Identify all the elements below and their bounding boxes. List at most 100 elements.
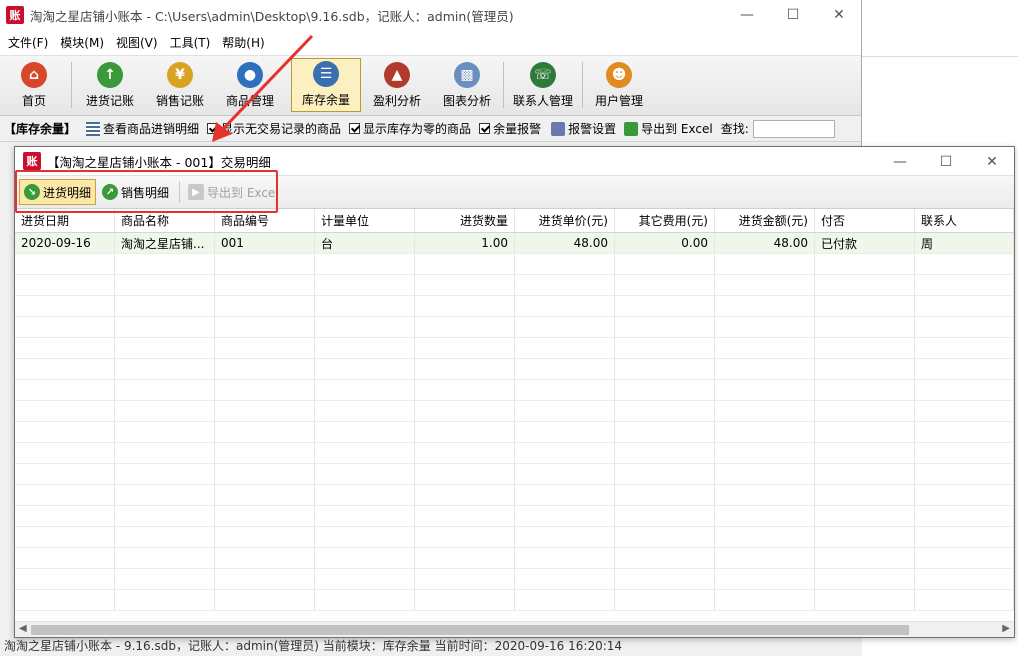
- empty-row: [15, 422, 1014, 443]
- col-header[interactable]: 计量单位: [315, 209, 415, 232]
- maximize-icon[interactable]: ☐: [770, 0, 816, 30]
- show-zero-stock-label[interactable]: 显示库存为零的商品: [363, 120, 471, 137]
- dialog-export-button[interactable]: ▶ 导出到 Excel: [184, 179, 283, 205]
- empty-cell: [615, 338, 715, 358]
- dialog-export-label: 导出到 Excel: [207, 185, 279, 200]
- purchase-detail-button[interactable]: ↘ 进货明细: [19, 179, 97, 205]
- col-header[interactable]: 进货数量: [415, 209, 515, 232]
- empty-cell: [115, 296, 215, 316]
- toolbar-label: 盈利分析: [372, 94, 421, 108]
- empty-cell: [515, 464, 615, 484]
- empty-cell: [615, 275, 715, 295]
- empty-cell: [815, 275, 915, 295]
- empty-cell: [15, 422, 115, 442]
- empty-cell: [815, 422, 915, 442]
- stock-subtoolbar: 【库存余量】 查看商品进销明细 显示无交易记录的商品 显示库存为零的商品 余量报…: [0, 116, 861, 142]
- menu-view[interactable]: 视图(V): [110, 34, 164, 51]
- toolbar-label: 库存余量: [301, 93, 350, 107]
- toolbar-purchase-button[interactable]: ↑ 进货记账: [80, 58, 140, 112]
- col-header[interactable]: 进货金额(元): [715, 209, 815, 232]
- toolbar-stock-button[interactable]: ☰ 库存余量: [291, 58, 361, 112]
- section-label: 【库存余量】: [4, 122, 77, 136]
- empty-cell: [515, 296, 615, 316]
- empty-cell: [715, 359, 815, 379]
- empty-cell: [515, 359, 615, 379]
- empty-cell: [915, 569, 1014, 589]
- col-header[interactable]: 付否: [815, 209, 915, 232]
- col-header[interactable]: 商品编号: [215, 209, 315, 232]
- empty-cell: [115, 338, 215, 358]
- view-detail-button[interactable]: 查看商品进销明细: [103, 120, 199, 137]
- empty-cell: [615, 359, 715, 379]
- dialog-minimize-icon[interactable]: —: [877, 147, 923, 177]
- stock-alert-label[interactable]: 余量报警: [493, 120, 541, 137]
- alert-settings-button[interactable]: 报警设置: [568, 120, 616, 137]
- empty-cell: [815, 338, 915, 358]
- show-zero-stock-checkbox[interactable]: [349, 123, 361, 134]
- empty-cell: [415, 296, 515, 316]
- toolbar-chart-button[interactable]: ▩ 图表分析: [436, 58, 498, 112]
- close-icon[interactable]: ✕: [816, 0, 862, 30]
- toolbar-sales-button[interactable]: ¥ 销售记账: [150, 58, 210, 112]
- empty-cell: [415, 485, 515, 505]
- empty-cell: [315, 506, 415, 526]
- empty-cell: [15, 317, 115, 337]
- empty-cell: [415, 275, 515, 295]
- toolbar-contacts-button[interactable]: ☏ 联系人管理: [508, 58, 578, 112]
- empty-cell: [815, 254, 915, 274]
- contacts-icon: ☏: [530, 62, 556, 88]
- chart-icon: ▩: [454, 62, 480, 88]
- dialog-maximize-icon[interactable]: ☐: [923, 147, 969, 177]
- empty-cell: [315, 548, 415, 568]
- empty-cell: [415, 506, 515, 526]
- empty-cell: [315, 338, 415, 358]
- col-header[interactable]: 进货日期: [15, 209, 115, 232]
- sales-detail-button[interactable]: ↗ 销售明细: [98, 179, 173, 205]
- empty-cell: [815, 359, 915, 379]
- scrollbar-thumb[interactable]: [31, 625, 909, 635]
- toolbar-profit-button[interactable]: ▲ 盈利分析: [366, 58, 428, 112]
- scroll-left-icon[interactable]: ◀: [19, 623, 27, 634]
- empty-cell: [15, 401, 115, 421]
- empty-cell: [115, 569, 215, 589]
- stock-alert-checkbox[interactable]: [479, 123, 491, 134]
- col-header[interactable]: 其它费用(元): [615, 209, 715, 232]
- toolbar-users-button[interactable]: ☻ 用户管理: [588, 58, 650, 112]
- minimize-icon[interactable]: —: [724, 0, 770, 30]
- empty-cell: [515, 254, 615, 274]
- empty-cell: [615, 506, 715, 526]
- menu-help[interactable]: 帮助(H): [216, 34, 270, 51]
- horizontal-scrollbar[interactable]: ◀ ▶: [15, 621, 1014, 637]
- col-header[interactable]: 商品名称: [115, 209, 215, 232]
- empty-cell: [715, 464, 815, 484]
- dialog-close-icon[interactable]: ✕: [969, 147, 1015, 177]
- empty-cell: [315, 380, 415, 400]
- toolbar-home-button[interactable]: ⌂ 首页: [8, 58, 60, 112]
- empty-cell: [15, 590, 115, 610]
- empty-cell: [215, 401, 315, 421]
- menu-file[interactable]: 文件(F): [2, 34, 54, 51]
- empty-cell: [715, 254, 815, 274]
- empty-cell: [15, 275, 115, 295]
- empty-cell: [615, 464, 715, 484]
- menu-bar: 文件(F) 模块(M) 视图(V) 工具(T) 帮助(H): [0, 30, 861, 56]
- col-header[interactable]: 联系人: [915, 209, 1014, 232]
- empty-cell: [115, 275, 215, 295]
- search-input[interactable]: [752, 119, 835, 138]
- empty-cell: [515, 548, 615, 568]
- empty-cell: [315, 527, 415, 547]
- toolbar-goods-button[interactable]: ● 商品管理: [220, 58, 280, 112]
- show-no-trade-label[interactable]: 显示无交易记录的商品: [221, 120, 341, 137]
- scroll-right-icon[interactable]: ▶: [1002, 623, 1010, 634]
- empty-cell: [515, 443, 615, 463]
- menu-module[interactable]: 模块(M): [54, 34, 110, 51]
- empty-row: [15, 359, 1014, 380]
- menu-tools[interactable]: 工具(T): [164, 34, 217, 51]
- empty-cell: [815, 548, 915, 568]
- empty-cell: [515, 527, 615, 547]
- empty-cell: [215, 485, 315, 505]
- table-row[interactable]: 2020-09-16 淘淘之星店铺... 001 台 1.00 48.00 0.…: [15, 233, 1014, 254]
- show-no-trade-checkbox[interactable]: [207, 123, 219, 134]
- export-excel-button[interactable]: 导出到 Excel: [641, 120, 713, 137]
- col-header[interactable]: 进货单价(元): [515, 209, 615, 232]
